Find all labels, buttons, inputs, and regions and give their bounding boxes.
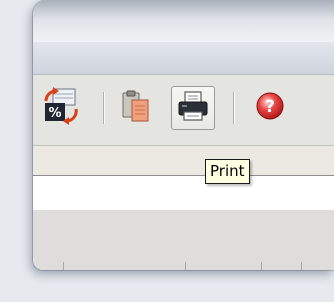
print-button[interactable] <box>171 86 215 130</box>
paste-button[interactable] <box>114 86 158 130</box>
menu-bar <box>33 42 334 75</box>
help-question-icon: ? <box>253 89 287 127</box>
percent-refresh-icon: % <box>40 85 82 131</box>
clipboard-paste-icon <box>118 88 154 128</box>
title-bar <box>33 0 334 43</box>
convert-percent-button[interactable]: % <box>39 86 83 130</box>
toolbar: % ? <box>33 75 334 146</box>
print-tooltip: Print <box>205 159 250 184</box>
svg-text:?: ? <box>265 97 275 117</box>
lower-pane <box>33 210 334 270</box>
column-divider <box>185 262 186 270</box>
printer-icon <box>176 89 210 127</box>
toolbar-separator <box>233 92 234 124</box>
svg-text:%: % <box>48 106 61 121</box>
application-window: % ? <box>33 0 334 270</box>
column-divider <box>63 262 64 270</box>
column-divider <box>301 262 302 270</box>
toolbar-separator <box>103 92 104 124</box>
input-field[interactable] <box>33 175 334 211</box>
column-divider <box>261 262 262 270</box>
help-button[interactable]: ? <box>248 86 292 130</box>
